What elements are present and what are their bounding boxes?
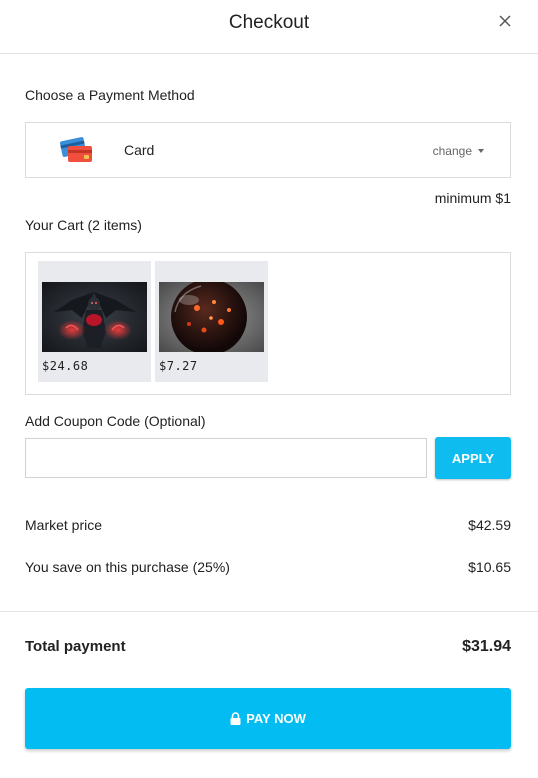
- lock-icon: [230, 712, 241, 725]
- summary-divider: [0, 611, 538, 612]
- close-icon[interactable]: [498, 14, 512, 28]
- cart-item-price: $24.68: [42, 359, 89, 373]
- cart-items-container: $24.68 $7.27: [25, 252, 511, 395]
- coupon-heading: Add Coupon Code (Optional): [25, 413, 206, 429]
- cart-item-price: $7.27: [159, 359, 198, 373]
- minimum-amount-note: minimum $1: [434, 190, 511, 206]
- cart-item-image: [42, 282, 147, 352]
- market-price-value: $42.59: [468, 517, 511, 533]
- pay-now-button[interactable]: PAY NOW: [25, 688, 511, 749]
- total-payment-label: Total payment: [25, 638, 126, 655]
- payment-method-selector[interactable]: Card change: [25, 122, 511, 178]
- payment-method-label: Card: [124, 142, 155, 158]
- coupon-code-input[interactable]: [25, 438, 427, 478]
- total-payment-value: $31.94: [462, 638, 511, 655]
- cart-item[interactable]: $24.68: [38, 261, 151, 382]
- checkout-header: Checkout: [0, 0, 538, 54]
- pay-now-label: PAY NOW: [246, 711, 306, 726]
- savings-value: $10.65: [468, 559, 511, 575]
- cart-heading: Your Cart (2 items): [25, 217, 142, 233]
- credit-card-icon: [60, 137, 92, 162]
- cart-item-image: [159, 282, 264, 352]
- market-price-label: Market price: [25, 517, 103, 533]
- savings-label: You save on this purchase (25%): [25, 559, 230, 575]
- change-payment-link[interactable]: change: [433, 144, 484, 158]
- page-title: Checkout: [228, 12, 310, 33]
- cart-item[interactable]: $7.27: [155, 261, 268, 382]
- chevron-down-icon: [478, 148, 484, 153]
- payment-method-heading: Choose a Payment Method: [25, 87, 195, 103]
- change-label: change: [432, 144, 472, 158]
- apply-coupon-button[interactable]: APPLY: [435, 437, 511, 479]
